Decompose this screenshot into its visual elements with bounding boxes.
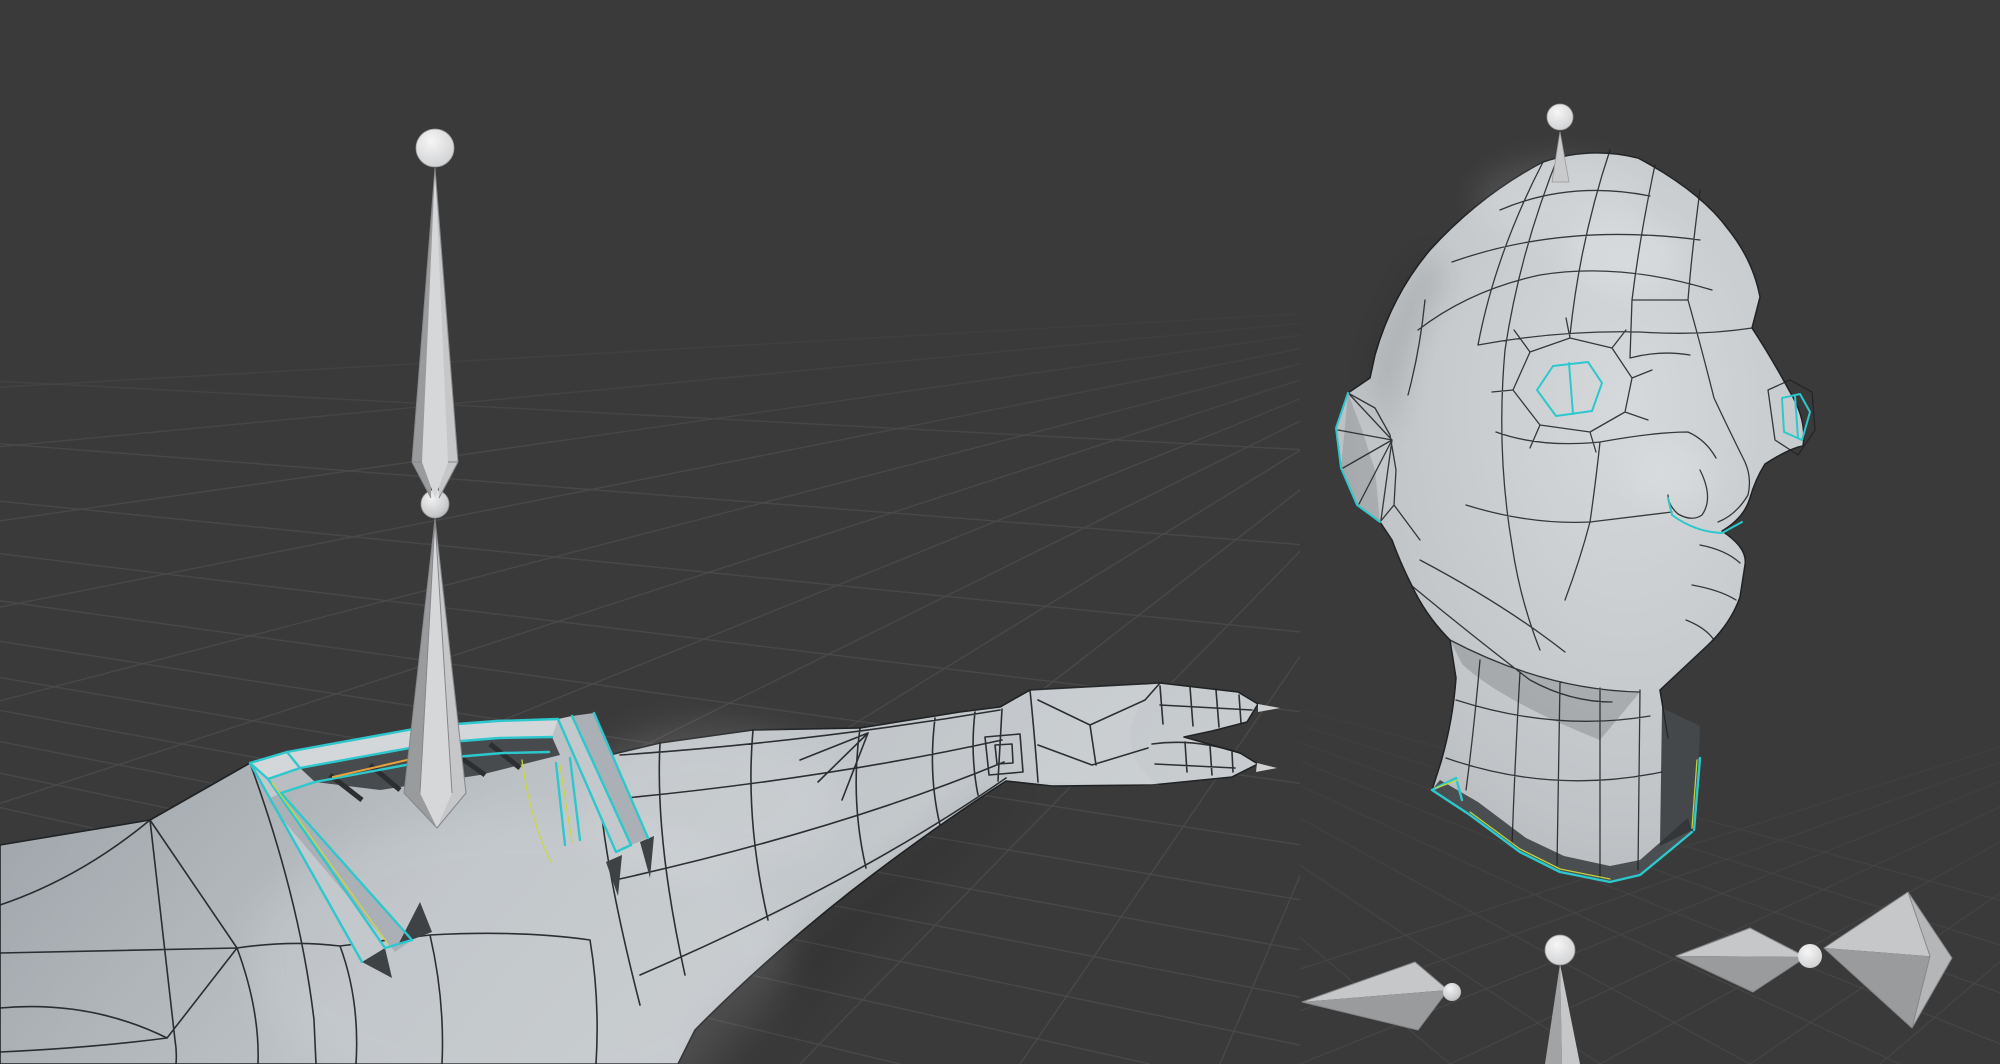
bone-lower[interactable] (404, 519, 466, 828)
viewport-left[interactable] (0, 0, 1300, 1064)
joint-ball-top[interactable] (416, 129, 454, 167)
armature-bone-chain[interactable] (404, 129, 466, 828)
joint-ball-head-top[interactable] (1547, 104, 1573, 130)
joint-ball-center[interactable] (1545, 935, 1575, 965)
3d-viewport-screenshot (0, 0, 2000, 1064)
joint-ball-right[interactable] (1798, 944, 1822, 968)
viewport-right[interactable] (1300, 0, 2000, 1064)
cheek-highlight (1630, 443, 1714, 507)
